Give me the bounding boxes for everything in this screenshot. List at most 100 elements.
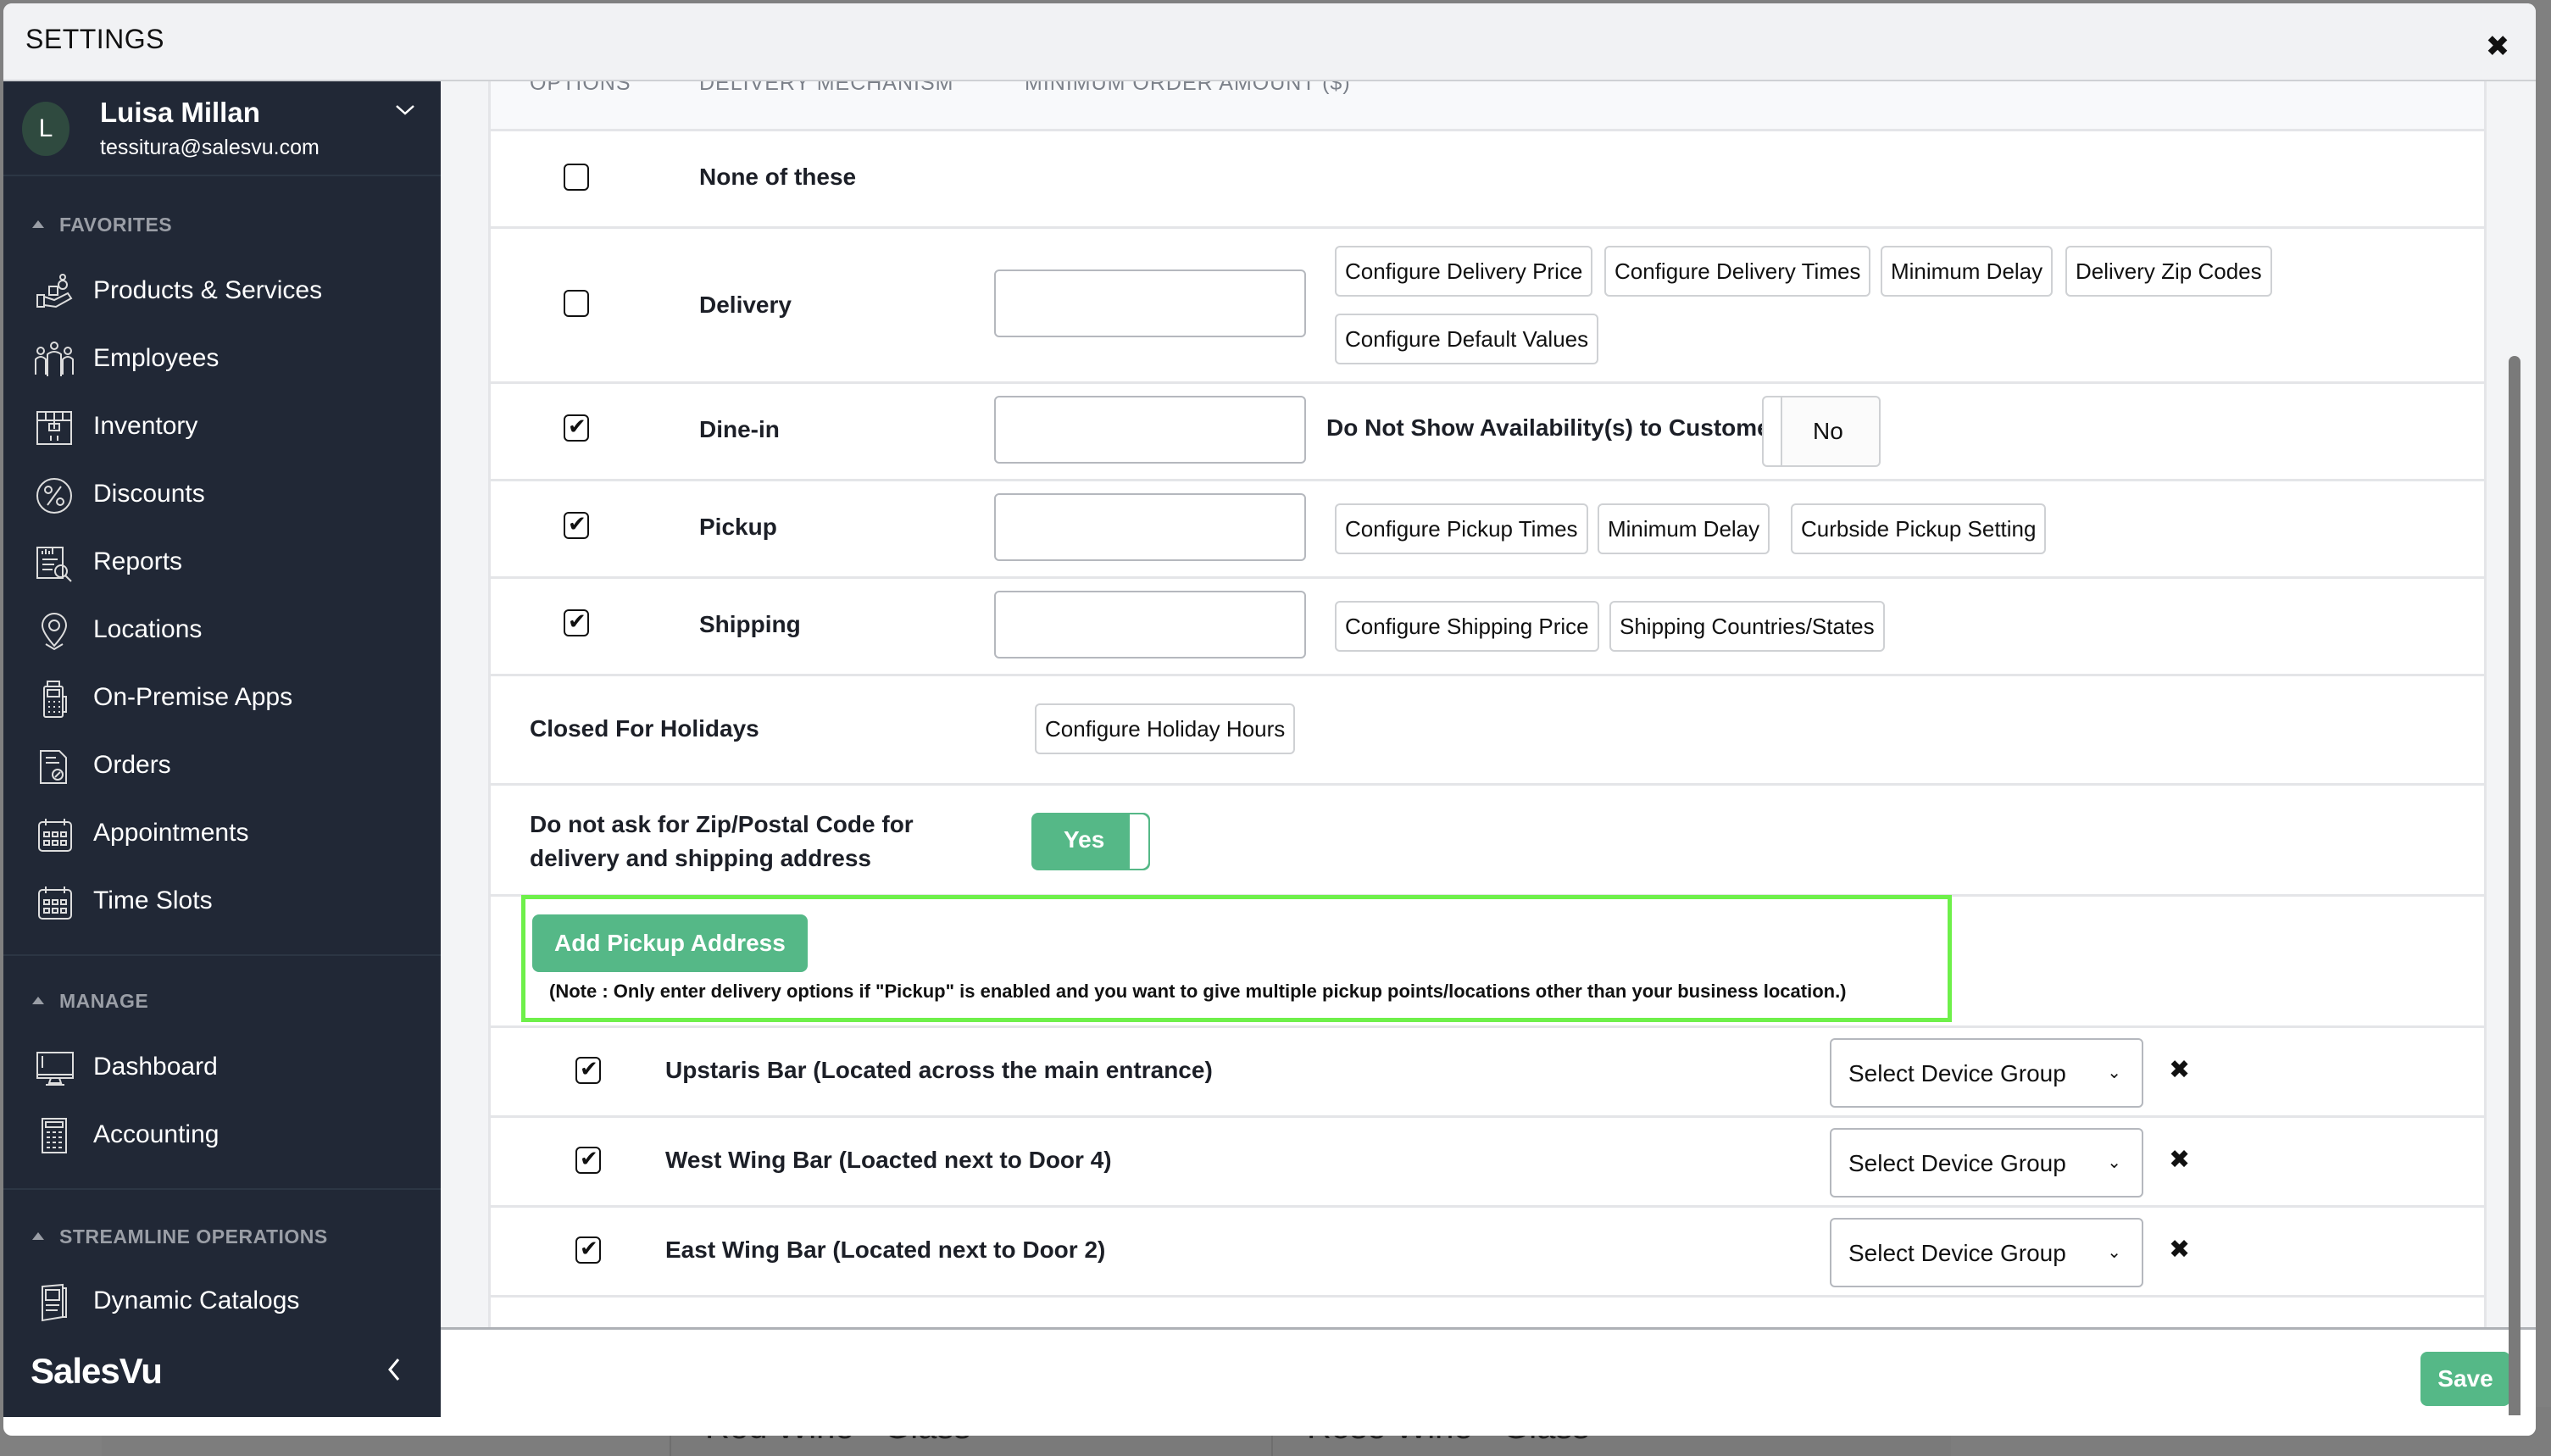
sidebar-item-label: On-Premise Apps — [93, 683, 293, 711]
highlight-box: Add Pickup Address (Note : Only enter de… — [521, 895, 1952, 1022]
remove-icon[interactable]: ✖ — [2169, 1055, 2190, 1085]
configure-delivery-price-button[interactable]: Configure Delivery Price — [1335, 246, 1593, 297]
minimum-order-input[interactable] — [994, 591, 1306, 659]
section-streamline-operations[interactable]: STREAMLINE OPERATIONS — [32, 1225, 328, 1248]
configure-shipping-price-button[interactable]: Configure Shipping Price — [1335, 601, 1599, 652]
avatar: L — [22, 102, 69, 156]
sidebar-item-label: Time Slots — [93, 886, 213, 914]
sidebar-item-label: Discounts — [93, 480, 205, 508]
section-favorites[interactable]: FAVORITES — [32, 214, 172, 236]
table-header: OPTIONS DELIVERY MECHANISM MINIMUM ORDER… — [491, 81, 2484, 131]
location-checkbox[interactable] — [575, 1236, 601, 1264]
chevron-down-icon[interactable] — [395, 100, 415, 120]
option-checkbox[interactable] — [564, 511, 589, 539]
configure-default-values-button[interactable]: Configure Default Values — [1335, 314, 1599, 364]
sidebar-item-accounting[interactable]: Accounting — [3, 1107, 441, 1166]
sidebar: L Luisa Millan tessitura@salesvu.com FAV… — [3, 81, 441, 1417]
user-email: tessitura@salesvu.com — [100, 136, 320, 159]
collapse-triangle-icon — [32, 1232, 44, 1241]
configure-pickup-times-button[interactable]: Configure Pickup Times — [1335, 503, 1588, 554]
delivery-options-card: OPTIONS DELIVERY MECHANISM MINIMUM ORDER… — [488, 81, 2487, 1327]
remove-icon[interactable]: ✖ — [2169, 1235, 2190, 1264]
select-value: Select Device Group — [1848, 1240, 2066, 1266]
shipping-countries-states-button[interactable]: Shipping Countries/States — [1609, 601, 1885, 652]
option-label: Pickup — [699, 514, 777, 540]
pickup-note: (Note : Only enter delivery options if "… — [549, 981, 1847, 1002]
close-icon[interactable]: ✖ — [2485, 32, 2510, 61]
option-checkbox[interactable] — [564, 164, 589, 191]
sidebar-item-label: Inventory — [93, 412, 198, 440]
pos-terminal-icon — [43, 681, 67, 718]
location-name: East Wing Bar (Located next to Door 2) — [665, 1236, 1106, 1263]
sidebar-item-employees[interactable]: Employees — [3, 331, 441, 390]
location-checkbox[interactable] — [575, 1056, 601, 1084]
minimum-order-input[interactable] — [994, 493, 1306, 561]
availability-toggle[interactable]: No — [1762, 396, 1881, 467]
device-group-select[interactable]: Select Device Group ⌄ — [1830, 1128, 2143, 1198]
option-checkbox[interactable] — [564, 609, 589, 636]
save-button[interactable]: Save — [2420, 1352, 2510, 1406]
sidebar-item-label: Accounting — [93, 1120, 220, 1148]
pickup-location-row: West Wing Bar (Loacted next to Door 4) S… — [491, 1118, 2484, 1208]
minimum-delay-button[interactable]: Minimum Delay — [1881, 246, 2054, 297]
sidebar-item-orders[interactable]: Orders — [3, 737, 441, 797]
sidebar-divider — [3, 954, 441, 956]
user-menu[interactable]: L Luisa Millan tessitura@salesvu.com — [3, 81, 441, 176]
chevron-down-icon: ⌄ — [2107, 1064, 2121, 1082]
table-row: Pickup Configure Pickup Times Minimum De… — [491, 481, 2484, 579]
pickup-location-row: East Wing Bar (Located next to Door 2) S… — [491, 1208, 2484, 1298]
scrollbar[interactable] — [2509, 356, 2520, 1415]
calendar-icon — [38, 819, 72, 852]
minimum-order-input[interactable] — [994, 270, 1306, 337]
sidebar-item-on-premise-apps[interactable]: On-Premise Apps — [3, 670, 441, 729]
sidebar-item-products-services[interactable]: Products & Services — [3, 263, 441, 322]
location-name: West Wing Bar (Loacted next to Door 4) — [665, 1147, 1112, 1173]
curbside-pickup-setting-button[interactable]: Curbside Pickup Setting — [1791, 503, 2047, 554]
products-icon — [36, 274, 73, 308]
sidebar-item-dynamic-catalogs[interactable]: Dynamic Catalogs — [3, 1273, 441, 1332]
column-header: MINIMUM ORDER AMOUNT ($) — [1025, 81, 1351, 95]
sidebar-item-time-slots[interactable]: Time Slots — [3, 873, 441, 932]
location-name: Upstaris Bar (Located across the main en… — [665, 1057, 1213, 1083]
option-checkbox[interactable] — [564, 290, 589, 317]
minimum-delay-button[interactable]: Minimum Delay — [1598, 503, 1770, 554]
add-pickup-address-button[interactable]: Add Pickup Address — [532, 914, 808, 972]
user-name: Luisa Millan — [100, 97, 260, 128]
section-title: STREAMLINE OPERATIONS — [59, 1225, 328, 1248]
reports-icon — [36, 547, 72, 582]
sidebar-item-label: Locations — [93, 615, 203, 643]
device-group-select[interactable]: Select Device Group ⌄ — [1830, 1038, 2143, 1108]
toggle-knob — [1764, 397, 1782, 465]
delivery-zip-codes-button[interactable]: Delivery Zip Codes — [2065, 246, 2272, 297]
sidebar-item-discounts[interactable]: Discounts — [3, 466, 441, 525]
sidebar-item-dashboard[interactable]: Dashboard — [3, 1039, 441, 1098]
chevron-down-icon: ⌄ — [2107, 1153, 2121, 1172]
sidebar-item-reports[interactable]: Reports — [3, 534, 441, 593]
toggle-knob — [1130, 814, 1148, 869]
remove-icon[interactable]: ✖ — [2169, 1145, 2190, 1175]
column-header: DELIVERY MECHANISM — [699, 81, 954, 95]
modal-title: SETTINGS — [25, 24, 165, 54]
configure-holiday-hours-button[interactable]: Configure Holiday Hours — [1035, 703, 1296, 754]
section-title: FAVORITES — [59, 214, 173, 236]
option-label: Shipping — [699, 611, 801, 637]
chevron-left-icon[interactable] — [381, 1353, 407, 1387]
sidebar-item-locations[interactable]: Locations — [3, 602, 441, 661]
minimum-order-input[interactable] — [994, 396, 1306, 464]
zip-code-toggle[interactable]: Yes — [1031, 813, 1150, 870]
holidays-row: Closed For Holidays Configure Holiday Ho… — [491, 676, 2484, 786]
location-checkbox[interactable] — [575, 1146, 601, 1174]
pickup-location-row: Upstaris Bar (Located across the main en… — [491, 1028, 2484, 1118]
option-label: Dine-in — [699, 416, 780, 442]
settings-content: OPTIONS DELIVERY MECHANISM MINIMUM ORDER… — [441, 81, 2536, 1327]
sidebar-item-appointments[interactable]: Appointments — [3, 805, 441, 864]
calculator-icon — [42, 1118, 67, 1153]
sidebar-item-inventory[interactable]: Inventory — [3, 398, 441, 458]
settings-modal: SETTINGS ✖ L Luisa Millan tessitura@sale… — [3, 3, 2536, 1436]
toggle-value: No — [1813, 418, 1843, 444]
zip-setting-label: Do not ask for Zip/Postal Code for delive… — [530, 808, 914, 875]
section-manage[interactable]: MANAGE — [32, 990, 148, 1013]
configure-delivery-times-button[interactable]: Configure Delivery Times — [1604, 246, 1871, 297]
option-checkbox[interactable] — [564, 414, 589, 442]
device-group-select[interactable]: Select Device Group ⌄ — [1830, 1218, 2143, 1287]
